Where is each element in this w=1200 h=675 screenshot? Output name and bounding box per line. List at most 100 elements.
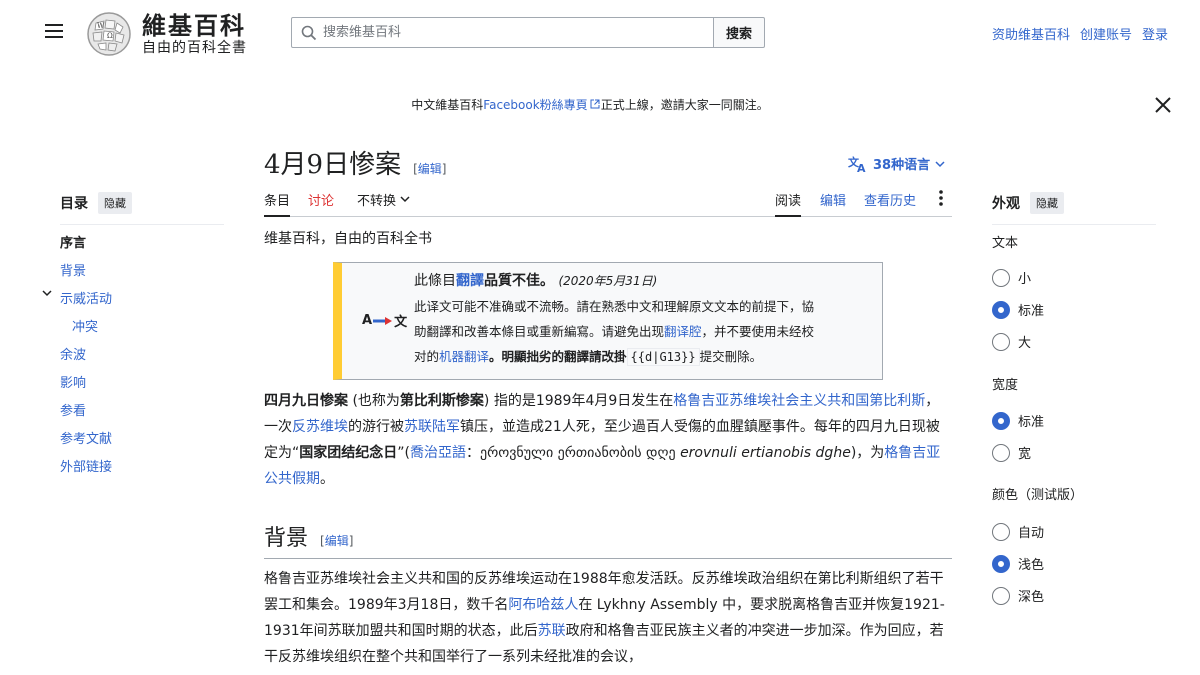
tab-variant[interactable]: 不转换	[357, 190, 410, 217]
text: 的游行被	[348, 419, 404, 435]
width-wide[interactable]: 宽	[992, 443, 1031, 462]
toc-hide-button[interactable]: 隐藏	[98, 192, 132, 214]
toc-item-impact[interactable]: 影响	[60, 372, 86, 391]
amb-text: 助翻譯和改善本條目或重新編寫。请避免出现	[414, 324, 665, 339]
width-standard[interactable]: 标准	[992, 411, 1044, 430]
translationese-link[interactable]: 翻译腔	[664, 324, 702, 339]
soviet-union-link[interactable]: 苏联	[538, 623, 566, 639]
more-actions-button[interactable]	[938, 188, 948, 215]
toc-item-background[interactable]: 背景	[60, 260, 86, 279]
amb-text: 。明顯拙劣的翻譯請改掛	[489, 349, 627, 364]
svg-text:Ω: Ω	[107, 32, 113, 40]
chevron-down-icon	[935, 160, 945, 167]
radio-off	[992, 332, 1010, 351]
section-edit: [编辑]	[320, 534, 354, 548]
toc-item-external-links[interactable]: 外部链接	[60, 456, 112, 475]
close-notice-button[interactable]	[1152, 94, 1174, 116]
radio-off	[992, 268, 1010, 287]
template-code: {{d|G13}}	[626, 348, 700, 366]
radio-label: 标准	[1018, 304, 1045, 319]
radio-on	[992, 411, 1010, 430]
georgian-language-link[interactable]: 喬治亞語	[410, 445, 466, 461]
text: ：ეროვნული ერთიანობის დღე	[465, 445, 681, 461]
toc-item-see-also[interactable]: 参看	[60, 400, 86, 419]
notice-suffix: 正式上線，邀請大家一同關注。	[600, 98, 769, 112]
georgian-ssr-link[interactable]: 格鲁吉亚苏维埃社会主义共和国第比利斯	[673, 393, 925, 409]
amb-text: 对的	[414, 349, 440, 364]
search-input[interactable]	[323, 18, 703, 47]
title-edit-link[interactable]: 编辑	[418, 162, 442, 176]
language-button[interactable]: 文 A 38种语言	[848, 154, 945, 173]
toc-item-references[interactable]: 参考文献	[60, 428, 112, 447]
text-size-standard[interactable]: 标准	[992, 300, 1044, 319]
svg-text:W: W	[97, 22, 105, 30]
amb-date: (2020年5月31日)	[558, 274, 658, 288]
amb-text: 品質不佳。	[484, 273, 554, 289]
main-menu-button[interactable]	[40, 20, 68, 46]
radio-label: 浅色	[1018, 558, 1045, 573]
user-links: 资助维基百科 创建账号 登录	[992, 24, 1168, 43]
soviet-army-link[interactable]: 苏联陆军	[404, 419, 460, 435]
toc-item-intro[interactable]: 序言	[60, 232, 86, 251]
bold-text: 国家团结纪念日	[299, 445, 398, 461]
menu-icon-bar	[45, 36, 63, 38]
text-size-large[interactable]: 大	[992, 332, 1031, 351]
site-header: W Ω 維基百科 自由的百科全書 搜索 资助维基百科 创建账号 登录	[0, 0, 1200, 66]
chevron-down-icon	[400, 196, 410, 203]
color-dark[interactable]: 深色	[992, 586, 1044, 605]
text-size-small[interactable]: 小	[992, 268, 1031, 287]
tab-talk[interactable]: 讨论	[308, 190, 334, 217]
more-vertical-icon	[939, 190, 943, 206]
radio-label: 宽	[1018, 447, 1032, 462]
appearance-hide-button[interactable]: 隐藏	[1030, 192, 1064, 214]
section-heading-background: 背景 [编辑]	[264, 520, 952, 559]
toc-item-aftermath[interactable]: 余波	[60, 344, 86, 363]
anti-soviet-link[interactable]: 反苏维埃	[292, 419, 348, 435]
donate-link[interactable]: 资助维基百科	[992, 24, 1070, 43]
radio-on	[992, 300, 1010, 319]
tab-edit[interactable]: 编辑	[820, 190, 846, 217]
site-logo[interactable]: W Ω 維基百科 自由的百科全書	[84, 10, 254, 58]
amb-text: 此條目	[414, 273, 456, 289]
wikipedia-globe-icon: W Ω	[87, 12, 131, 56]
abkhaz-link[interactable]: 阿布哈兹人	[508, 597, 578, 613]
text: ) 指的是1989年4月9日发生在	[483, 393, 674, 409]
radio-label: 自动	[1018, 526, 1045, 541]
translation-notice-text: 此條目翻譯品質不佳。 (2020年5月31日) 此译文可能不准确或不流畅。請在熟…	[414, 269, 876, 370]
toc-item-conflict[interactable]: 冲突	[72, 316, 98, 335]
toc-title: 目录	[60, 196, 88, 212]
search-button[interactable]: 搜索	[713, 17, 765, 48]
radio-off	[992, 522, 1010, 541]
external-link-icon	[590, 99, 600, 109]
color-auto[interactable]: 自动	[992, 522, 1044, 541]
appearance-title: 外观	[992, 196, 1020, 212]
translation-icon: A 文	[362, 311, 407, 330]
logo-title: 維基百科	[142, 11, 246, 41]
radio-off	[992, 443, 1010, 462]
notice-facebook-link[interactable]: Facebook粉絲專頁	[483, 98, 587, 112]
translation-link[interactable]: 翻譯	[456, 273, 484, 289]
amb-text: 提交刪除。	[699, 349, 763, 364]
section-edit-link[interactable]: 编辑	[325, 534, 349, 548]
table-of-contents: 目录 隐藏 序言 背景 示威活动 冲突 余波 影响 参看 参考文献 外部链接	[42, 192, 224, 475]
bold-text: 第比利斯惨案	[399, 393, 484, 409]
create-account-link[interactable]: 创建账号	[1080, 24, 1132, 43]
section-title: 背景	[264, 526, 309, 551]
login-link[interactable]: 登录	[1142, 24, 1168, 43]
translation-icon-a: A	[362, 313, 373, 328]
title-edit: [编辑]	[413, 162, 447, 176]
page-title-area: 4月9日惨案 [编辑]	[264, 144, 446, 181]
toc-collapse-icon[interactable]	[42, 289, 52, 297]
page-tabs: 条目 讨论 不转换 阅读 编辑 查看历史	[264, 186, 952, 217]
text: (也称为	[348, 393, 400, 409]
color-light[interactable]: 浅色	[992, 554, 1044, 573]
tab-article[interactable]: 条目	[264, 190, 291, 217]
translation-icon-wen: 文	[394, 315, 408, 330]
amb-line: 此译文可能不准确或不流畅。請在熟悉中文和理解原文文本的前提下，協	[414, 299, 815, 314]
tab-history[interactable]: 查看历史	[864, 190, 916, 217]
italic-text: erovnuli ertianobis dghe	[680, 445, 851, 461]
toc-item-demonstrations[interactable]: 示威活动	[60, 288, 112, 307]
tab-read[interactable]: 阅读	[775, 190, 802, 217]
page-title: 4月9日惨案	[264, 150, 402, 180]
machine-translation-link[interactable]: 机器翻译	[439, 349, 489, 364]
